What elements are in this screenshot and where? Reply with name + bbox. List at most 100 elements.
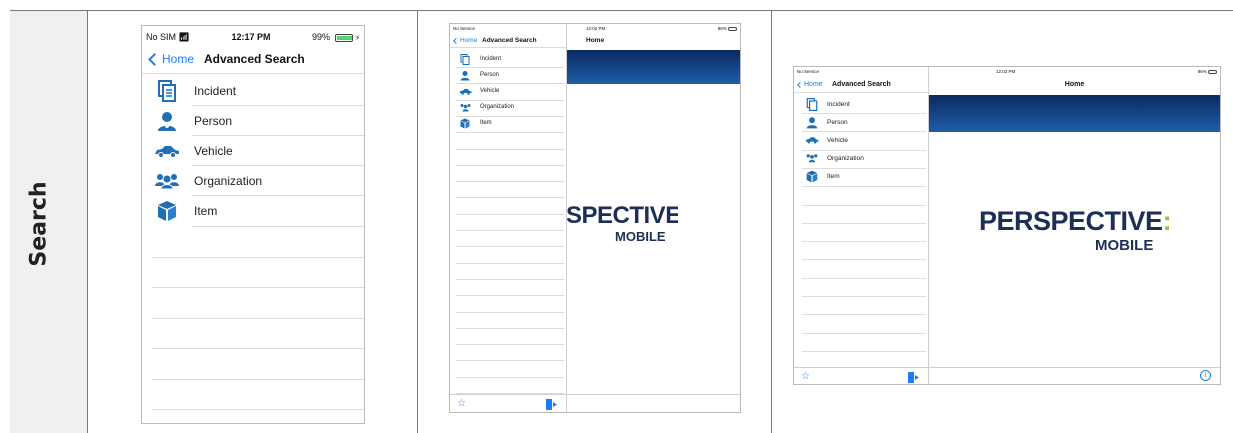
logout-icon[interactable] xyxy=(908,370,920,383)
row-label: Search xyxy=(26,181,52,267)
list-item-person[interactable]: Person xyxy=(794,113,928,131)
separator xyxy=(152,318,364,319)
separator xyxy=(456,181,564,183)
detail-title: Home xyxy=(586,37,605,44)
back-label: Home xyxy=(804,81,823,88)
box-icon xyxy=(459,117,471,129)
separator xyxy=(802,149,926,151)
back-button[interactable]: Home xyxy=(148,52,195,66)
separator xyxy=(802,186,926,188)
separator xyxy=(802,259,926,261)
back-button[interactable]: Home xyxy=(797,81,823,88)
logo-wordmark: PERSPECTIVE: xyxy=(979,206,1172,237)
toolbar-divider xyxy=(450,394,740,395)
star-icon[interactable]: ☆ xyxy=(457,398,466,409)
separator xyxy=(456,311,564,313)
separator xyxy=(456,132,564,134)
document-icon xyxy=(459,53,471,65)
list-item-organization[interactable]: Organization xyxy=(794,149,928,167)
list-item-vehicle[interactable]: Vehicle xyxy=(794,131,928,149)
list-item-label: Item xyxy=(194,204,218,218)
page-title: Advanced Search xyxy=(482,37,537,44)
master-nav-bar: Home Advanced Search xyxy=(794,78,928,93)
car-icon xyxy=(804,133,820,147)
group-icon xyxy=(804,151,820,165)
logo-text: PERSPECTIVE xyxy=(979,206,1163,236)
group-icon xyxy=(154,170,180,192)
separator xyxy=(456,278,564,280)
list-item-vehicle[interactable]: Vehicle xyxy=(450,83,566,99)
battery-icon xyxy=(1208,69,1217,74)
list-item-label: Organization xyxy=(480,104,515,110)
logout-icon[interactable] xyxy=(546,397,558,410)
list-item-incident[interactable]: Incident xyxy=(450,51,566,67)
separator xyxy=(802,277,926,279)
carrier-text: No Service xyxy=(453,26,476,31)
list-item-label: Vehicle xyxy=(480,88,500,94)
person-icon xyxy=(805,115,819,129)
master-nav-bar: Home Advanced Search xyxy=(450,35,566,48)
separator xyxy=(802,113,926,114)
list-item-organization[interactable]: Organization xyxy=(142,166,364,196)
list-item-incident[interactable]: Incident xyxy=(794,95,928,113)
back-button[interactable]: Home xyxy=(453,37,477,44)
list-item-person[interactable]: Person xyxy=(450,67,566,83)
separator xyxy=(192,226,364,227)
separator xyxy=(456,197,564,199)
logo-colon: : xyxy=(1162,206,1172,236)
separator xyxy=(456,295,564,297)
page-title: Advanced Search xyxy=(832,81,891,88)
separator xyxy=(456,360,564,362)
star-icon[interactable]: ☆ xyxy=(801,371,810,382)
list-item-vehicle[interactable]: Vehicle xyxy=(142,136,364,166)
separator xyxy=(456,246,564,248)
document-icon xyxy=(156,80,178,102)
battery-indicator: 86% xyxy=(1198,69,1217,74)
info-icon[interactable]: i xyxy=(1200,370,1211,381)
list-item-label: Item xyxy=(827,172,840,180)
separator xyxy=(152,348,364,349)
separator xyxy=(802,222,926,224)
list-item-label: Person xyxy=(480,72,500,78)
column-divider xyxy=(771,11,772,433)
separator xyxy=(456,213,564,215)
ipad-portrait-screen: No Service 12:02 PM 86% Home Advanced Se… xyxy=(449,23,741,413)
person-icon xyxy=(459,69,471,81)
column-divider xyxy=(417,11,418,433)
separator xyxy=(802,167,926,169)
list-item-item[interactable]: Item xyxy=(794,167,928,185)
separator xyxy=(456,67,564,68)
car-icon xyxy=(458,85,472,97)
person-icon xyxy=(156,110,178,132)
clock-text: 12:02 PM xyxy=(996,69,1016,74)
separator xyxy=(456,344,564,346)
detail-title: Home xyxy=(1064,81,1085,88)
list-item-item[interactable]: Item xyxy=(450,115,566,131)
separator xyxy=(802,314,926,316)
phone-screen: No SIM 📶︎ 12:17 PM 99% ⚡︎ Home Advanced … xyxy=(141,25,365,424)
separator xyxy=(802,241,926,243)
separator xyxy=(456,376,564,378)
clock-text: 12:02 PM xyxy=(586,26,606,31)
list-item-label: Incident xyxy=(194,84,237,98)
separator xyxy=(456,164,564,166)
status-bar: No Service 12:02 PM 86% xyxy=(450,26,740,34)
back-label: Home xyxy=(162,52,195,66)
list-item-organization[interactable]: Organization xyxy=(450,99,566,115)
separator xyxy=(456,148,564,150)
chevron-left-icon xyxy=(148,52,161,66)
list-item-item[interactable]: Item xyxy=(142,196,364,226)
group-icon xyxy=(458,101,472,113)
header-banner xyxy=(929,95,1220,132)
list-item-label: Person xyxy=(194,114,233,128)
list-item-incident[interactable]: Incident xyxy=(142,76,364,106)
separator xyxy=(802,131,926,133)
separator xyxy=(456,115,564,117)
clock-text: 12:17 PM xyxy=(231,32,271,42)
header-banner xyxy=(567,50,740,84)
ipad-landscape-screen: No Service 12:02 PM 86% Home Advanced Se… xyxy=(793,66,1221,385)
list-item-label: Organization xyxy=(827,154,864,162)
chevron-left-icon xyxy=(453,37,459,44)
separator xyxy=(802,296,926,297)
list-item-person[interactable]: Person xyxy=(142,106,364,136)
